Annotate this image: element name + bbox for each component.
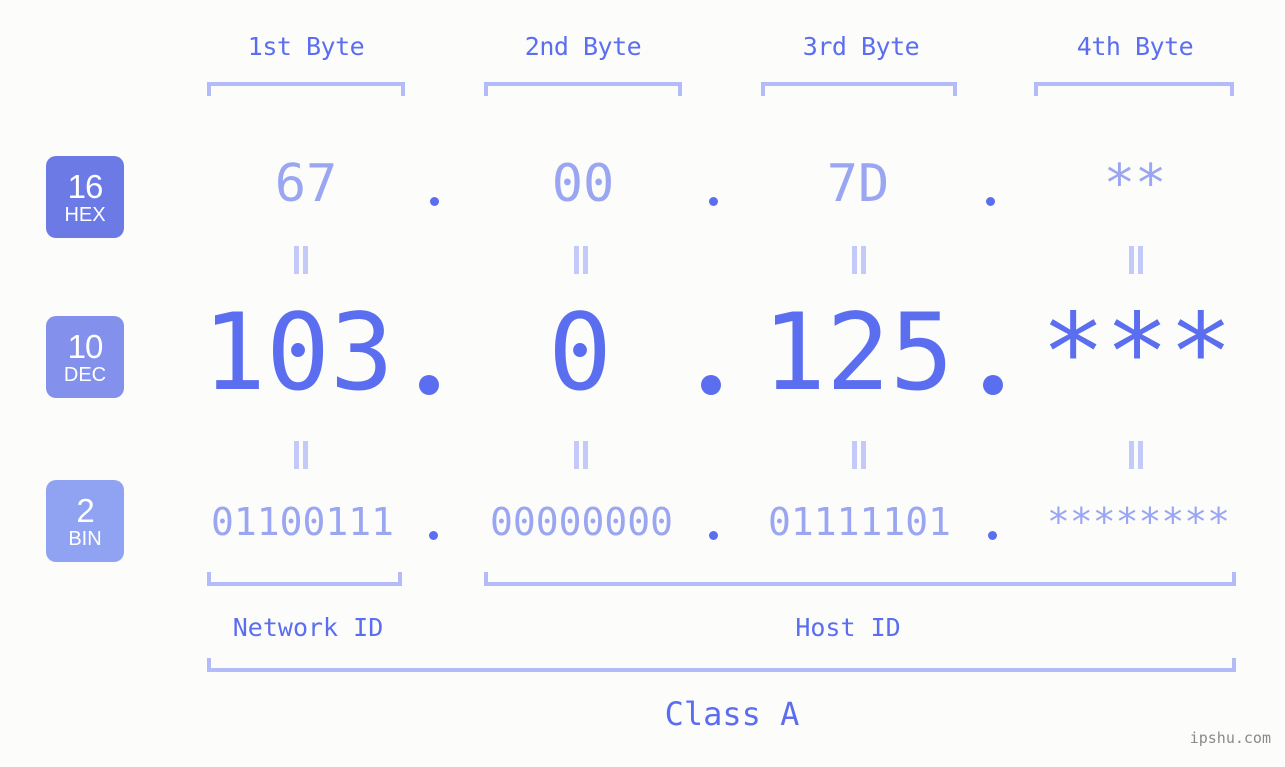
base-badge-dec: 10 DEC (46, 316, 124, 398)
dec-separator-dot-1 (419, 375, 439, 395)
hex-byte-4: ** (1103, 154, 1167, 214)
dec-byte-1: 103 (202, 291, 394, 414)
equals-mark-hex-dec-3 (851, 246, 867, 274)
watermark: ipshu.com (1189, 729, 1271, 747)
dec-byte-3: 125 (762, 291, 954, 414)
equals-mark-dec-bin-1 (293, 441, 309, 469)
byte-bracket-top-4 (1034, 82, 1234, 96)
bin-separator-dot-1 (429, 531, 438, 540)
network-id-label: Network ID (232, 613, 384, 642)
byte-bracket-top-2 (484, 82, 682, 96)
base-badge-hex: 16 HEX (46, 156, 124, 238)
byte-header-3: 3rd Byte (802, 32, 920, 61)
hex-byte-1: 67 (274, 154, 338, 214)
byte-header-1: 1st Byte (247, 32, 365, 61)
class-bracket (207, 658, 1236, 672)
network-id-bracket (207, 572, 402, 586)
byte-bracket-top-3 (761, 82, 957, 96)
dec-separator-dot-3 (983, 375, 1003, 395)
base-badge-bin-name: BIN (68, 527, 102, 550)
equals-mark-dec-bin-3 (851, 441, 867, 469)
bin-byte-3: 01111101 (767, 500, 952, 544)
base-badge-hex-name: HEX (64, 203, 106, 226)
hex-separator-dot-2 (709, 197, 718, 206)
equals-mark-dec-bin-2 (573, 441, 589, 469)
base-badge-dec-number: 10 (67, 327, 104, 365)
base-badge-bin: 2 BIN (46, 480, 124, 562)
host-id-bracket (484, 572, 1236, 586)
bin-byte-1: 01100111 (210, 500, 395, 544)
bin-byte-4: ******** (1046, 500, 1231, 544)
base-badge-bin-number: 2 (76, 491, 94, 529)
dec-byte-4: *** (1041, 291, 1233, 414)
equals-mark-hex-dec-4 (1128, 246, 1144, 274)
host-id-label: Host ID (795, 613, 901, 642)
hex-byte-2: 00 (551, 154, 615, 214)
class-label: Class A (664, 695, 800, 733)
dec-byte-2: 0 (548, 291, 612, 414)
byte-header-2: 2nd Byte (524, 32, 642, 61)
equals-mark-hex-dec-2 (573, 246, 589, 274)
bin-separator-dot-3 (988, 531, 997, 540)
bin-separator-dot-2 (709, 531, 718, 540)
equals-mark-hex-dec-1 (293, 246, 309, 274)
base-badge-dec-name: DEC (63, 363, 107, 386)
hex-separator-dot-3 (986, 197, 995, 206)
byte-bracket-top-1 (207, 82, 405, 96)
base-badge-hex-number: 16 (67, 167, 104, 205)
ip-address-breakdown-diagram: 1st Byte 2nd Byte 3rd Byte 4th Byte 16 H… (0, 0, 1285, 767)
byte-header-4: 4th Byte (1076, 32, 1194, 61)
hex-byte-3: 7D (826, 154, 890, 214)
equals-mark-dec-bin-4 (1128, 441, 1144, 469)
dec-separator-dot-2 (701, 375, 721, 395)
bin-byte-2: 00000000 (489, 500, 674, 544)
hex-separator-dot-1 (430, 197, 439, 206)
